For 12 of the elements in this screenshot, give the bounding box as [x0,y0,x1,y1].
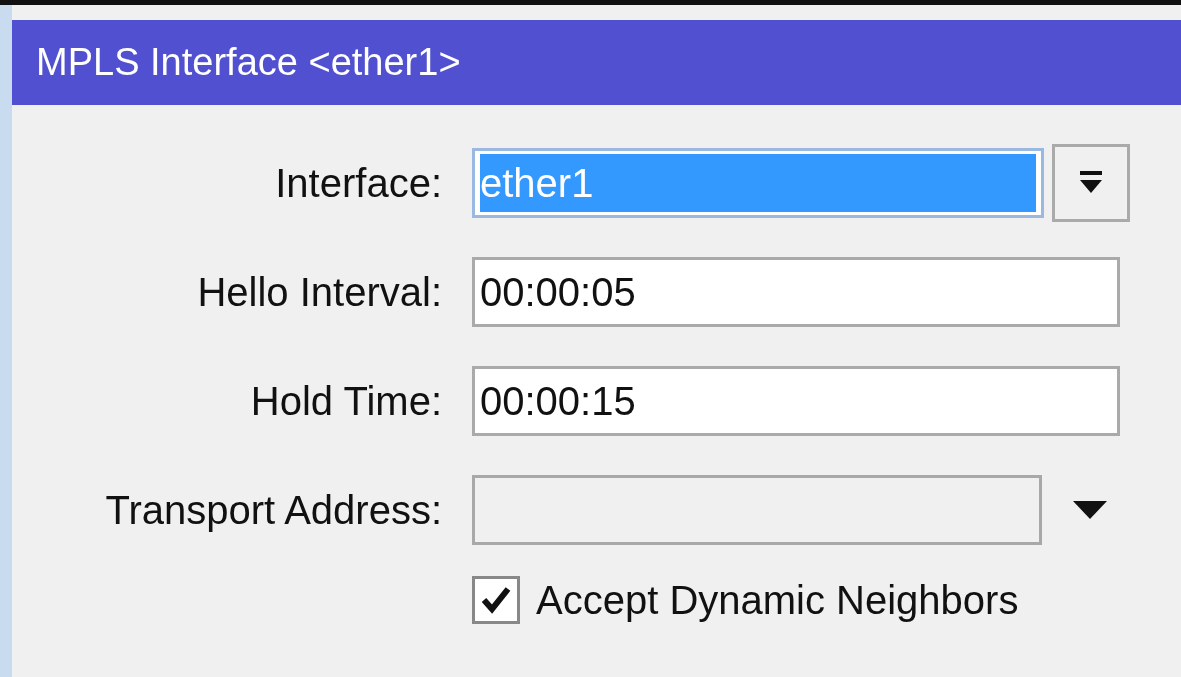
field-label: Transport Address: [104,487,443,533]
input-field[interactable]: 00:00:15 [472,366,1120,436]
checkbox[interactable] [472,576,520,624]
field-label: Hold Time: [249,378,443,424]
field-label: Hello Interval: [196,269,443,315]
window-title: MPLS Interface <ether1> [12,20,1181,105]
caret-icon [1073,501,1107,519]
check-icon [481,586,511,614]
dropdown-button[interactable] [1052,144,1130,222]
checkbox-label: Accept Dynamic Neighbors [536,577,1019,623]
input-field[interactable]: 00:00:05 [472,257,1120,327]
field-label: Interface: [274,160,443,206]
